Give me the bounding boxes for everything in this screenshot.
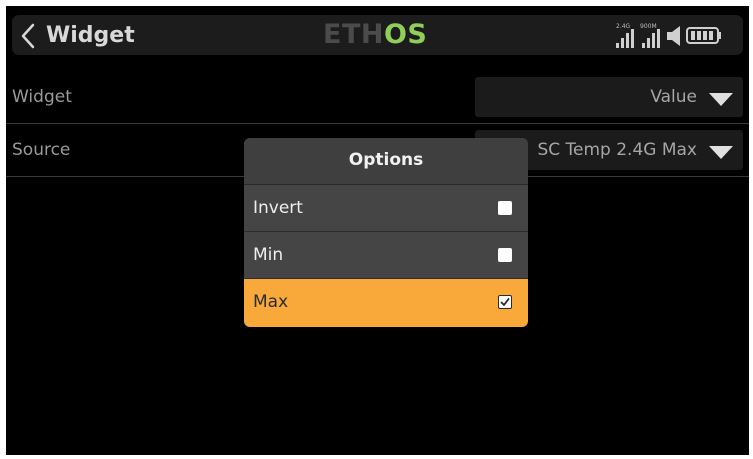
dialog-title: Options <box>244 138 528 185</box>
source-dropdown-value: SC Temp 2.4G Max <box>537 140 697 160</box>
header-bar: Widget ETHOS 2.4G 900M <box>6 6 749 64</box>
battery-icon <box>686 27 721 44</box>
option-max[interactable]: Max <box>244 279 528 327</box>
checkmark-icon <box>500 298 510 306</box>
page-title: Widget <box>46 23 135 48</box>
option-label: Invert <box>253 198 303 218</box>
max-checkbox[interactable] <box>498 295 512 309</box>
chevron-left-icon <box>20 23 36 49</box>
speaker-icon <box>667 26 680 46</box>
ethos-logo: ETHOS <box>323 19 428 50</box>
min-checkbox[interactable] <box>498 248 512 262</box>
radio-screen: Widget ETHOS 2.4G 900M Widget Value Sour… <box>6 6 749 455</box>
option-invert[interactable]: Invert <box>244 185 528 232</box>
widget-dropdown[interactable]: Value <box>475 77 743 117</box>
signal-900m-icon: 900M <box>640 23 660 48</box>
widget-row: Widget Value <box>6 71 749 124</box>
source-label: Source <box>12 140 71 160</box>
option-label: Min <box>253 245 284 265</box>
option-min[interactable]: Min <box>244 232 528 279</box>
widget-label: Widget <box>12 87 72 107</box>
signal-2-4g-icon: 2.4G <box>616 23 634 48</box>
status-icons: 2.4G 900M <box>612 19 742 51</box>
back-button[interactable]: Widget <box>20 21 160 51</box>
rf-2-4g-label: 2.4G <box>616 23 631 30</box>
rf-900m-label: 900M <box>640 23 657 30</box>
widget-dropdown-value: Value <box>650 87 697 107</box>
caret-down-icon <box>709 91 733 110</box>
option-label: Max <box>253 292 289 312</box>
caret-down-icon <box>709 144 733 163</box>
options-dialog: Options Invert Min Max <box>244 138 528 327</box>
invert-checkbox[interactable] <box>498 201 512 215</box>
